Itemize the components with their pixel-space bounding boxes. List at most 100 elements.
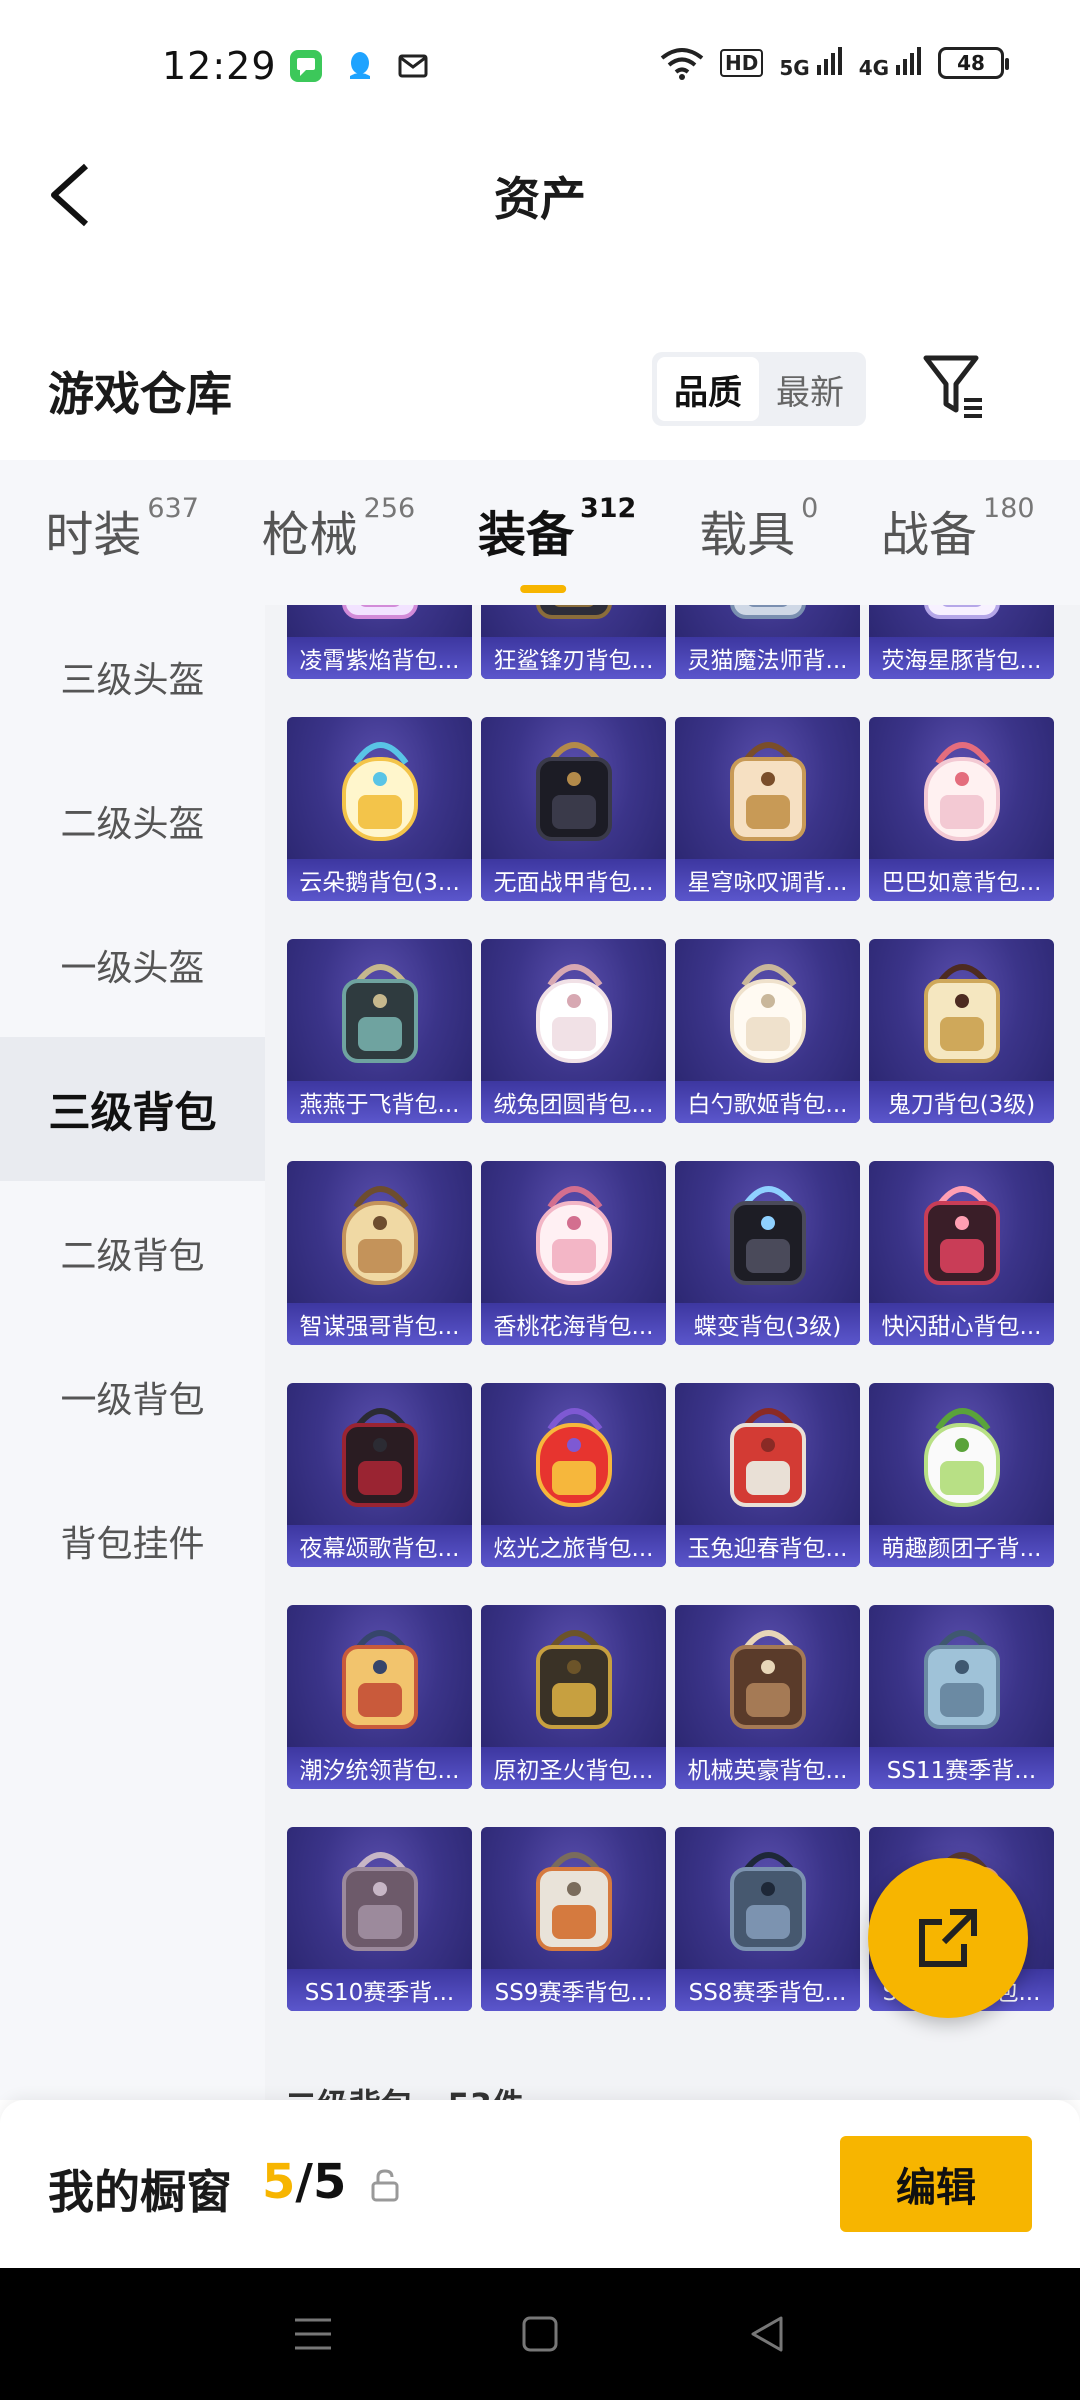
item-card[interactable]: 巴巴如意背包... bbox=[869, 717, 1054, 901]
tab-firearms[interactable]: 枪械 256 bbox=[261, 493, 416, 571]
tab-supplies[interactable]: 战备 180 bbox=[881, 493, 1035, 571]
sort-option-newest[interactable]: 最新 bbox=[759, 357, 861, 421]
mail-icon bbox=[396, 48, 432, 84]
4g-signal: 4G bbox=[859, 46, 922, 80]
showcase-title: 我的橱窗 bbox=[48, 2165, 232, 2219]
back-triangle-icon bbox=[751, 2316, 783, 2352]
5g-label: 5G bbox=[779, 55, 810, 80]
item-name: SS11赛季背... bbox=[869, 1747, 1054, 1789]
lock-icon bbox=[371, 2169, 399, 2202]
item-card[interactable]: 鬼刀背包(3级) bbox=[869, 939, 1054, 1123]
backpack-icon bbox=[535, 1852, 612, 1951]
item-name: SS9赛季背包... bbox=[481, 1969, 666, 2011]
sidebar-item-helmet-lv2[interactable]: 二级头盔 bbox=[0, 749, 265, 893]
tab-count: 0 bbox=[801, 492, 819, 524]
backpack-icon bbox=[923, 605, 1000, 619]
backpack-icon bbox=[729, 1408, 806, 1507]
title-bar: 资产 bbox=[0, 135, 1080, 255]
item-card[interactable]: 狂鲨锋刃背包... bbox=[481, 605, 666, 679]
item-card[interactable]: 萌趣颜团子背... bbox=[869, 1383, 1054, 1567]
backpack-icon bbox=[341, 1186, 418, 1285]
backpack-icon bbox=[923, 742, 1000, 841]
item-card[interactable]: 炫光之旅背包... bbox=[481, 1383, 666, 1567]
item-card[interactable]: 香桃花海背包... bbox=[481, 1161, 666, 1345]
item-card[interactable]: 潮汐统领背包... bbox=[287, 1605, 472, 1789]
backpack-icon bbox=[729, 1186, 806, 1285]
item-card[interactable]: 绒兔团圆背包... bbox=[481, 939, 666, 1123]
item-card[interactable]: 白勺歌姬背包... bbox=[675, 939, 860, 1123]
item-name: 白勺歌姬背包... bbox=[675, 1081, 860, 1123]
item-name: 炫光之旅背包... bbox=[481, 1525, 666, 1567]
sidebar-item-helmet-lv1[interactable]: 一级头盔 bbox=[0, 893, 265, 1037]
backpack-icon bbox=[729, 1630, 806, 1729]
filter-icon bbox=[923, 355, 982, 418]
sidebar-item-backpack-lv1[interactable]: 一级背包 bbox=[0, 1325, 265, 1469]
item-card[interactable]: 快闪甜心背包... bbox=[869, 1161, 1054, 1345]
backpack-icon bbox=[341, 1852, 418, 1951]
sidebar-item-backpack-pendant[interactable]: 背包挂件 bbox=[0, 1469, 265, 1613]
sidebar-item-helmet-lv3[interactable]: 三级头盔 bbox=[0, 605, 265, 749]
backpack-icon bbox=[535, 605, 612, 619]
backpack-icon bbox=[729, 742, 806, 841]
item-card[interactable]: SS11赛季背... bbox=[869, 1605, 1054, 1789]
tab-label: 枪械 bbox=[261, 506, 358, 563]
subcategory-sidebar: 三级头盔 二级头盔 一级头盔 三级背包 二级背包 一级背包 背包挂件 bbox=[0, 605, 265, 2100]
item-name: 夜幕颂歌背包... bbox=[287, 1525, 472, 1567]
tab-fashion[interactable]: 时装 637 bbox=[45, 492, 199, 571]
item-name: 荧海星豚背包... bbox=[869, 637, 1054, 679]
sort-toggle: 品质 最新 bbox=[652, 352, 866, 426]
notification-icons bbox=[288, 48, 432, 84]
tab-count: 637 bbox=[147, 492, 199, 524]
item-card[interactable]: 机械英豪背包... bbox=[675, 1605, 860, 1789]
status-indicators: HD 5G 4G 48 bbox=[660, 46, 1009, 80]
item-card[interactable]: 无面战甲背包... bbox=[481, 717, 666, 901]
wifi-icon bbox=[660, 48, 704, 80]
tab-vehicles[interactable]: 载具 0 bbox=[699, 492, 819, 571]
sidebar-item-backpack-lv3[interactable]: 三级背包 bbox=[0, 1037, 265, 1181]
item-card[interactable]: 夜幕颂歌背包... bbox=[287, 1383, 472, 1567]
backpack-icon bbox=[729, 964, 806, 1063]
item-name: SS8赛季背包... bbox=[675, 1969, 860, 2011]
item-name: 燕燕于飞背包... bbox=[287, 1081, 472, 1123]
item-card[interactable]: 灵猫魔法师背... bbox=[675, 605, 860, 679]
item-card[interactable]: 原初圣火背包... bbox=[481, 1605, 666, 1789]
status-bar: 12:29 HD 5G 4G 48 bbox=[0, 0, 1080, 135]
item-name: 蝶变背包(3级) bbox=[675, 1303, 860, 1345]
item-card[interactable]: 荧海星豚背包... bbox=[869, 605, 1054, 679]
item-name: SS10赛季背... bbox=[287, 1969, 472, 2011]
item-card[interactable]: 燕燕于飞背包... bbox=[287, 939, 472, 1123]
sort-option-quality[interactable]: 品质 bbox=[657, 357, 759, 421]
item-card[interactable]: 智谋强哥背包... bbox=[287, 1161, 472, 1345]
item-name: 玉兔迎春背包... bbox=[675, 1525, 860, 1567]
item-name: 星穹咏叹调背... bbox=[675, 859, 860, 901]
item-card[interactable]: 星穹咏叹调背... bbox=[675, 717, 860, 901]
item-card[interactable]: 凌霄紫焰背包... bbox=[287, 605, 472, 679]
signal-bars-icon bbox=[896, 46, 921, 75]
backpack-icon bbox=[341, 964, 418, 1063]
item-name: 无面战甲背包... bbox=[481, 859, 666, 901]
item-name: 智谋强哥背包... bbox=[287, 1303, 472, 1345]
status-time: 12:29 bbox=[162, 44, 277, 88]
qq-app-icon bbox=[342, 48, 378, 84]
signal-bars-icon bbox=[816, 46, 842, 75]
filter-button[interactable] bbox=[922, 352, 986, 422]
menu-nav-button[interactable] bbox=[283, 2304, 343, 2364]
backpack-icon bbox=[341, 1630, 418, 1729]
share-button[interactable] bbox=[868, 1858, 1028, 2018]
backpack-icon bbox=[729, 605, 806, 619]
item-card[interactable]: 玉兔迎春背包... bbox=[675, 1383, 860, 1567]
category-tabs: 时装 637 枪械 256 装备 312 载具 0 战备 180 bbox=[0, 460, 1080, 605]
tab-label: 时装 bbox=[45, 506, 142, 563]
item-card[interactable]: 云朵鹅背包(3... bbox=[287, 717, 472, 901]
edit-button[interactable]: 编辑 bbox=[840, 2136, 1032, 2232]
tab-equipment[interactable]: 装备 312 bbox=[478, 493, 636, 593]
item-card[interactable]: SS9赛季背包... bbox=[481, 1827, 666, 2011]
item-card[interactable]: SS8赛季背包... bbox=[675, 1827, 860, 2011]
sidebar-item-backpack-lv2[interactable]: 二级背包 bbox=[0, 1181, 265, 1325]
item-card[interactable]: 蝶变背包(3级) bbox=[675, 1161, 860, 1345]
item-card[interactable]: SS10赛季背... bbox=[287, 1827, 472, 2011]
back-nav-button[interactable] bbox=[737, 2304, 797, 2364]
item-name: 香桃花海背包... bbox=[481, 1303, 666, 1345]
home-nav-button[interactable] bbox=[510, 2304, 570, 2364]
system-nav-bar bbox=[0, 2268, 1080, 2400]
